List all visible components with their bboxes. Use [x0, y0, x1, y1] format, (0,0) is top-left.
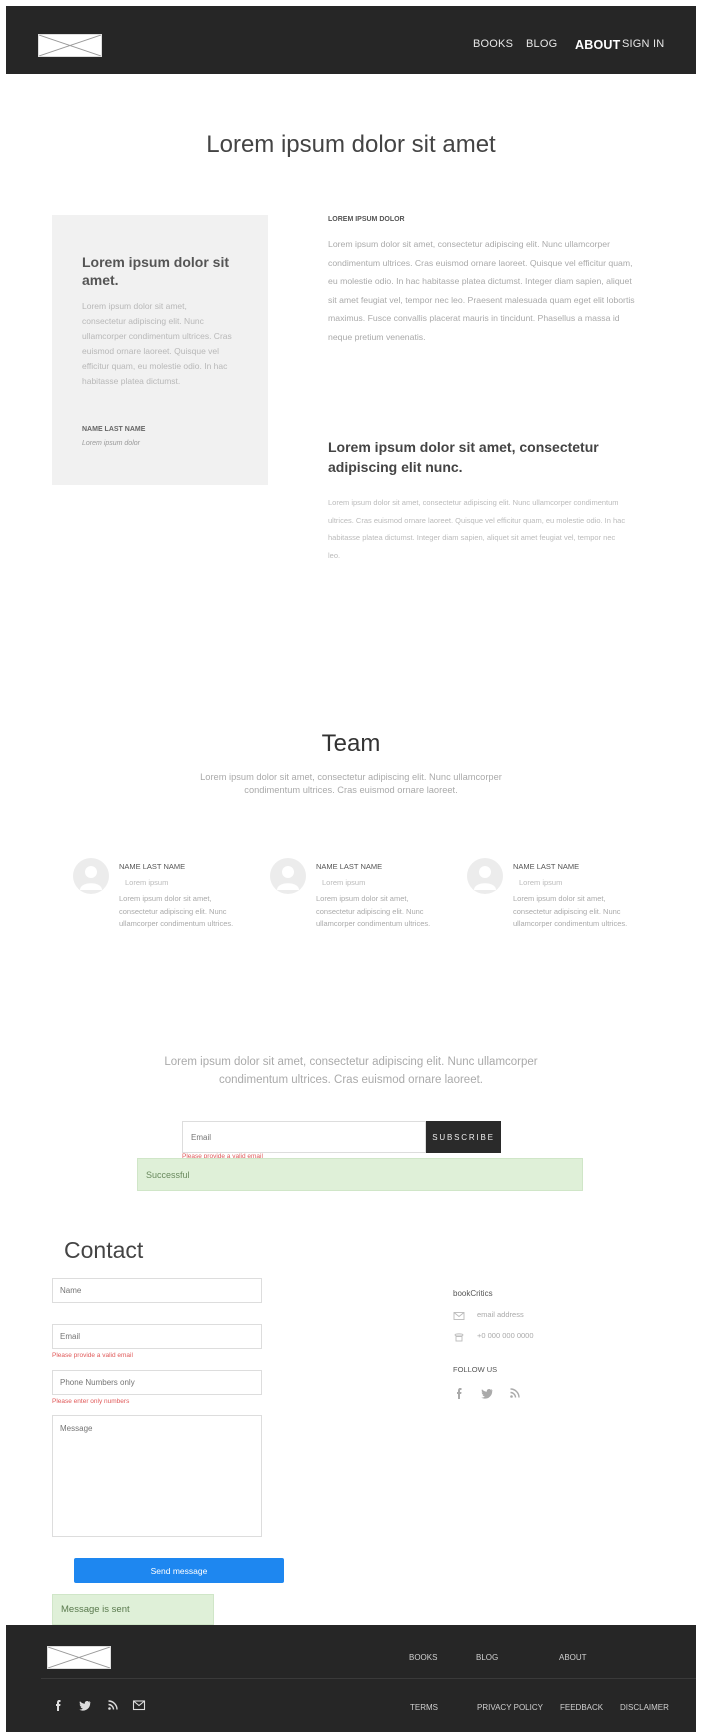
contact-email-address[interactable]: email address: [477, 1310, 524, 1319]
footer-link-feedback[interactable]: FEEDBACK: [560, 1703, 603, 1712]
card-author-role: Lorem ipsum dolor: [82, 440, 140, 447]
member-bio: Lorem ipsum dolor sit amet, consectetur …: [119, 894, 234, 928]
nav-books[interactable]: BOOKS: [473, 38, 513, 50]
info-text-secondary: Lorem ipsum dolor sit amet, consectetur …: [328, 498, 626, 560]
team-subtitle: Lorem ipsum dolor sit amet, consectetur …: [200, 772, 502, 795]
message-sent-alert: Message is sent: [52, 1594, 214, 1625]
info-text: Lorem ipsum dolor sit amet, consectetur …: [328, 239, 635, 342]
card-title: Lorem ipsum dolor sit amet.: [82, 254, 230, 288]
member-bio: Lorem ipsum dolor sit amet, consectetur …: [513, 894, 628, 928]
footer-nav-blog[interactable]: BLOG: [476, 1653, 498, 1662]
facebook-icon[interactable]: [51, 1698, 65, 1712]
member-name: NAME LAST NAME: [119, 862, 186, 871]
quote-card: Lorem ipsum dolor sit amet. Lorem ipsum …: [52, 215, 268, 485]
contact-phone-error: Please enter only numbers: [52, 1398, 130, 1405]
newsletter-success-alert: Successful: [137, 1158, 583, 1191]
footer-nav-about[interactable]: ABOUT: [559, 1653, 587, 1662]
footer-nav-books[interactable]: BOOKS: [409, 1653, 437, 1662]
info-title: Lorem ipsum dolor sit amet, consectetur …: [328, 439, 599, 475]
facebook-icon[interactable]: [452, 1386, 466, 1400]
hero-title: Lorem ipsum dolor sit amet: [206, 131, 496, 158]
site-footer: BOOKS BLOG ABOUT TERMS PRIVACY POLICY FE…: [6, 1625, 696, 1732]
member-bio: Lorem ipsum dolor sit amet, consectetur …: [316, 894, 431, 928]
member-role: Lorem ipsum: [125, 878, 169, 887]
follow-us-label: FOLLOW US: [453, 1365, 498, 1374]
contact-phone-field[interactable]: [52, 1370, 262, 1395]
footer-divider: [41, 1678, 696, 1679]
member-name: NAME LAST NAME: [513, 862, 580, 871]
footer-link-privacy[interactable]: PRIVACY POLICY: [477, 1703, 543, 1712]
contact-message-field[interactable]: [52, 1415, 262, 1537]
logo-placeholder[interactable]: [38, 34, 102, 57]
phone-icon: [453, 1330, 465, 1342]
footer-link-disclaimer[interactable]: DISCLAIMER: [620, 1703, 669, 1712]
avatar: [270, 858, 306, 894]
contact-phone-number: +0 000 000 0000: [477, 1331, 534, 1340]
avatar: [73, 858, 109, 894]
newsletter-text: Lorem ipsum dolor sit amet, consectetur …: [164, 1056, 538, 1086]
send-message-button[interactable]: Send message: [74, 1558, 284, 1583]
twitter-icon[interactable]: [78, 1698, 92, 1712]
member-name: NAME LAST NAME: [316, 862, 383, 871]
member-role: Lorem ipsum: [519, 878, 563, 887]
footer-link-terms[interactable]: TERMS: [410, 1703, 438, 1712]
rss-icon[interactable]: [508, 1386, 522, 1400]
contact-email-error: Please provide a valid email: [52, 1352, 133, 1359]
contact-email-field[interactable]: [52, 1324, 262, 1349]
newsletter-email-input[interactable]: [182, 1121, 426, 1153]
site-header: BOOKS BLOG ABOUT SIGN IN: [6, 6, 696, 74]
rss-icon[interactable]: [106, 1698, 120, 1712]
member-role: Lorem ipsum: [322, 878, 366, 887]
mail-icon: [453, 1309, 465, 1321]
team-member-card: NAME LAST NAME Lorem ipsum Lorem ipsum d…: [467, 856, 667, 936]
mail-icon[interactable]: [132, 1698, 146, 1712]
team-member-card: NAME LAST NAME Lorem ipsum Lorem ipsum d…: [270, 856, 470, 936]
contact-title: Contact: [64, 1237, 144, 1263]
company-name: bookCritics: [453, 1289, 493, 1298]
avatar: [467, 858, 503, 894]
footer-logo-placeholder[interactable]: [47, 1646, 111, 1669]
subscribe-button[interactable]: SUBSCRIBE: [426, 1121, 501, 1153]
nav-sign-in[interactable]: SIGN IN: [622, 38, 664, 50]
card-author-name: NAME LAST NAME: [82, 426, 146, 433]
nav-blog[interactable]: BLOG: [526, 38, 557, 50]
card-text: Lorem ipsum dolor sit amet, consectetur …: [82, 301, 232, 386]
nav-about[interactable]: ABOUT: [575, 38, 620, 52]
contact-name-field[interactable]: [52, 1278, 262, 1303]
team-member-card: NAME LAST NAME Lorem ipsum Lorem ipsum d…: [73, 856, 273, 936]
twitter-icon[interactable]: [480, 1386, 494, 1400]
page: BOOKS BLOG ABOUT SIGN IN Lorem ipsum dol…: [0, 0, 702, 1732]
team-title: Team: [321, 730, 381, 757]
info-label: LOREM IPSUM DOLOR: [328, 216, 405, 223]
